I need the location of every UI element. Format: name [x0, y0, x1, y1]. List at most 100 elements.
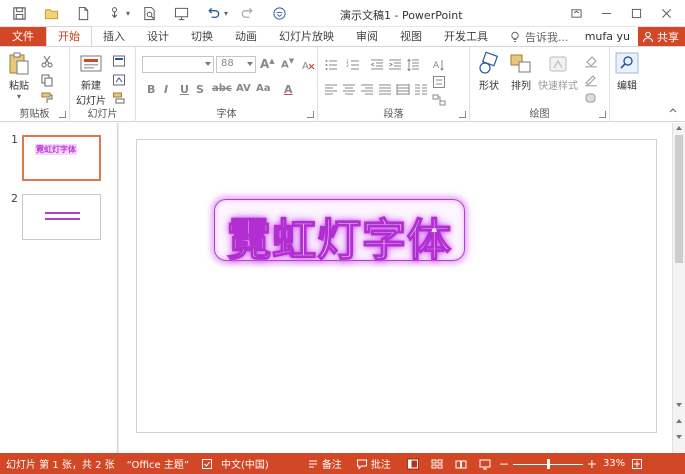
zoom-out-icon[interactable]: − — [499, 457, 509, 471]
maximize-icon[interactable] — [621, 0, 651, 26]
notes-icon[interactable] — [307, 458, 319, 470]
tab-insert[interactable]: 插入 — [92, 27, 136, 46]
collapse-ribbon-icon[interactable] — [668, 105, 678, 115]
justify-icon[interactable] — [378, 83, 392, 97]
font-family-combo[interactable] — [142, 56, 214, 73]
notes-button[interactable]: 备注 — [322, 456, 342, 471]
align-text-icon[interactable] — [432, 75, 446, 89]
shrink-font-icon[interactable]: A▼ — [281, 57, 294, 70]
editing-button[interactable]: 编辑 — [614, 51, 640, 92]
save-icon[interactable] — [6, 1, 32, 25]
close-icon[interactable] — [651, 0, 681, 26]
tab-home[interactable]: 开始 — [46, 26, 92, 46]
copy-icon[interactable] — [40, 73, 54, 87]
shadow-icon[interactable]: S — [196, 83, 204, 96]
redo-icon[interactable] — [234, 1, 260, 25]
user-name[interactable]: mufa yu — [585, 30, 630, 43]
text-direction-icon[interactable]: A — [432, 58, 446, 72]
tab-animations[interactable]: 动画 — [224, 27, 268, 46]
change-case-icon[interactable]: Aa — [256, 83, 271, 94]
cut-icon[interactable] — [40, 54, 54, 68]
tab-transitions[interactable]: 切换 — [180, 27, 224, 46]
shape-outline-icon[interactable] — [584, 73, 598, 87]
previous-slide-icon[interactable] — [676, 419, 682, 423]
strikethrough-icon[interactable]: abc — [212, 83, 232, 94]
comments-icon[interactable] — [356, 458, 368, 470]
increase-indent-icon[interactable] — [388, 58, 402, 72]
new-file-icon[interactable] — [70, 1, 96, 25]
scroll-up-icon[interactable] — [676, 126, 682, 130]
new-slide-button[interactable]: 新建 幻灯片 — [76, 51, 106, 107]
undo-caret-icon[interactable]: ▾ — [224, 9, 228, 18]
grow-font-icon[interactable]: A▲ — [260, 57, 275, 71]
tab-design[interactable]: 设计 — [136, 27, 180, 46]
align-center-icon[interactable] — [342, 83, 356, 97]
undo-icon[interactable] — [200, 1, 226, 25]
tab-developer[interactable]: 开发工具 — [433, 27, 499, 46]
zoom-level[interactable]: 33% — [603, 458, 625, 469]
vertical-scrollbar[interactable] — [672, 123, 685, 453]
line-spacing-icon[interactable] — [406, 58, 420, 72]
share-button[interactable]: 共享 — [638, 27, 685, 46]
slideshow-view-icon[interactable] — [479, 458, 491, 470]
format-painter-icon[interactable] — [40, 91, 54, 105]
drawing-dialog-launcher-icon[interactable] — [599, 111, 606, 118]
shape-fill-icon[interactable] — [584, 54, 598, 68]
distributed-icon[interactable] — [396, 83, 410, 97]
paste-button[interactable]: 粘贴 ▾ — [6, 51, 32, 101]
align-right-icon[interactable] — [360, 83, 374, 97]
numbering-icon[interactable]: 12 — [346, 58, 360, 72]
clipboard-dialog-launcher-icon[interactable] — [59, 111, 66, 118]
columns-icon[interactable] — [414, 83, 428, 97]
italic-icon[interactable]: I — [164, 83, 168, 96]
fit-slide-icon[interactable] — [631, 458, 643, 470]
align-left-icon[interactable] — [324, 83, 338, 97]
slide-canvas[interactable]: 霓虹灯字体 — [136, 139, 657, 433]
normal-view-icon[interactable] — [406, 457, 419, 470]
shapes-button[interactable]: 形状 — [476, 51, 502, 92]
paragraph-dialog-launcher-icon[interactable] — [459, 111, 466, 118]
spelling-icon[interactable] — [201, 458, 213, 470]
section-icon[interactable] — [112, 91, 126, 105]
minimize-icon[interactable] — [591, 0, 621, 26]
tell-me-box[interactable]: 告诉我... — [509, 27, 569, 46]
zoom-slider-thumb[interactable] — [546, 458, 550, 469]
tab-slideshow[interactable]: 幻灯片放映 — [268, 27, 345, 46]
layout-icon[interactable] — [112, 54, 126, 68]
print-preview-icon[interactable] — [136, 1, 162, 25]
reset-icon[interactable] — [112, 73, 126, 87]
tab-file[interactable]: 文件 — [0, 27, 46, 46]
open-folder-icon[interactable] — [38, 1, 64, 25]
zoom-slider[interactable] — [512, 458, 583, 470]
tab-review[interactable]: 审阅 — [345, 27, 389, 46]
scroll-down-icon[interactable] — [676, 403, 682, 407]
quick-styles-button[interactable]: 快速样式 — [538, 51, 578, 92]
ribbon-display-options-icon[interactable] — [561, 0, 591, 26]
character-spacing-icon[interactable]: AV — [236, 83, 251, 94]
reading-view-icon[interactable] — [455, 458, 467, 470]
present-icon[interactable] — [168, 1, 194, 25]
font-color-icon[interactable]: A — [284, 83, 293, 96]
touch-mode-icon[interactable] — [102, 1, 128, 25]
arrange-button[interactable]: 排列 — [508, 51, 534, 92]
tab-view[interactable]: 视图 — [389, 27, 433, 46]
font-size-combo[interactable]: 88 — [216, 56, 256, 73]
customize-qat-icon[interactable] — [266, 1, 292, 25]
decrease-indent-icon[interactable] — [370, 58, 384, 72]
slide-thumbnail-2[interactable] — [22, 194, 101, 240]
comments-button[interactable]: 批注 — [371, 456, 391, 471]
shape-effects-icon[interactable] — [584, 91, 598, 105]
touch-mode-caret-icon[interactable]: ▾ — [126, 9, 130, 18]
slide-thumbnail-1[interactable]: 霓虹灯字体 — [22, 135, 101, 181]
zoom-in-icon[interactable]: + — [587, 457, 597, 471]
font-dialog-launcher-icon[interactable] — [307, 111, 314, 118]
neon-text-box[interactable]: 霓虹灯字体 — [214, 199, 465, 267]
bullets-icon[interactable] — [324, 58, 338, 72]
next-slide-icon[interactable] — [676, 435, 682, 439]
language[interactable]: 中文(中国) — [221, 456, 269, 471]
clear-formatting-icon[interactable]: A — [301, 58, 315, 72]
scrollbar-thumb[interactable] — [675, 135, 683, 263]
bold-icon[interactable]: B — [147, 83, 155, 96]
underline-icon[interactable]: U — [180, 83, 189, 96]
slide-sorter-icon[interactable] — [431, 458, 443, 470]
